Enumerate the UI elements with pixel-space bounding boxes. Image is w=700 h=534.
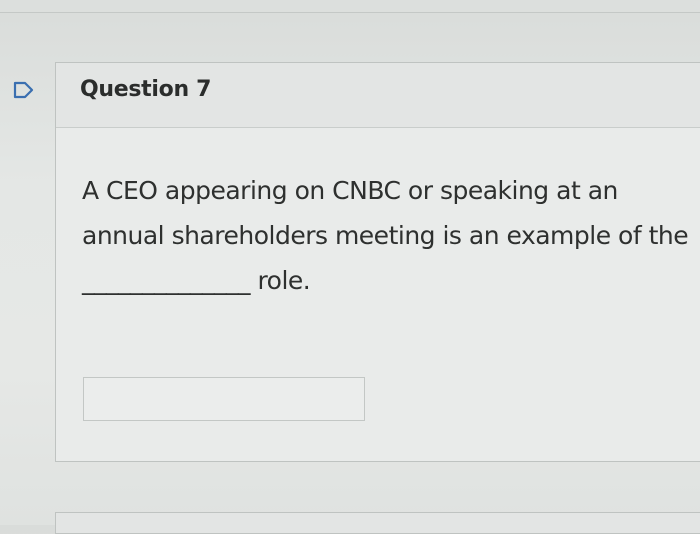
question-header: Question 7 — [56, 63, 700, 128]
question-card: Question 7 A CEO appearing on CNBC or sp… — [55, 62, 700, 462]
next-question-card — [55, 512, 700, 534]
flag-icon[interactable] — [12, 80, 36, 100]
question-text: A CEO appearing on CNBC or speaking at a… — [82, 176, 689, 295]
question-title: Question 7 — [80, 77, 212, 102]
previous-question-card — [0, 0, 700, 13]
answer-input[interactable] — [83, 377, 365, 421]
